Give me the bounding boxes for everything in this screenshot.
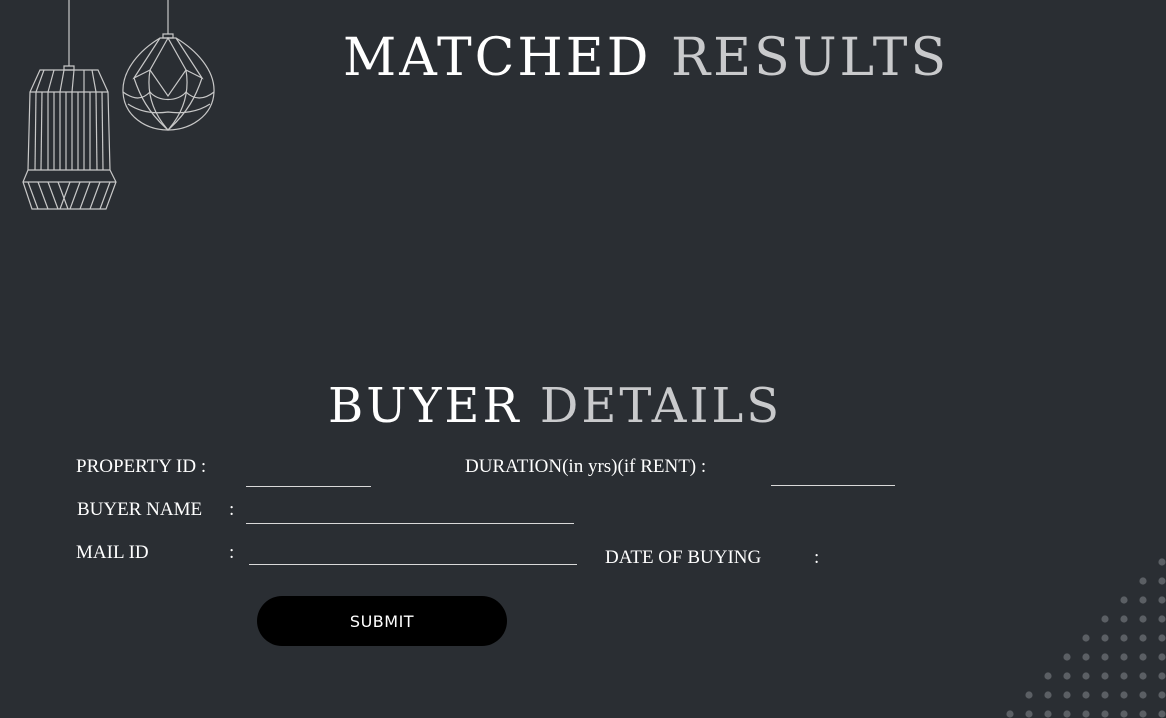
decor-dot [1158,672,1166,680]
decor-dot [1139,653,1147,661]
decor-dot [1082,653,1090,661]
decor-dot [1139,634,1147,642]
decor-dot [1120,653,1128,661]
decor-dot [1101,691,1109,699]
decor-dot [1120,615,1128,623]
decor-dot [1158,653,1166,661]
date-of-buying-colon: : [814,547,820,568]
mail-id-input[interactable] [249,541,577,563]
property-id-field-line [246,463,371,487]
decor-dot [1044,691,1052,699]
decor-dot [1139,672,1147,680]
decor-dot [1101,653,1109,661]
decor-dot [1120,691,1128,699]
decor-dot [1120,710,1128,718]
decor-dot [1158,615,1166,623]
title-word-1: MATCHED [343,28,652,88]
decor-dot [1158,710,1166,718]
duration-input[interactable] [771,462,895,484]
decor-dot [1025,691,1033,699]
duration-label: DURATION(in yrs)(if RENT) : [465,456,707,477]
decor-dot [1139,710,1147,718]
buyer-name-label: BUYER NAME [77,499,203,520]
decor-dot [1025,710,1033,718]
decor-dot [1101,634,1109,642]
buyer-name-input[interactable] [246,500,574,522]
pendant-lamp-icon [122,0,215,131]
decor-dot [1139,615,1147,623]
decor-dot [1006,710,1014,718]
decor-dot [1101,615,1109,623]
decor-dot [1082,634,1090,642]
mail-id-field-line [249,541,577,565]
form-title: BUYER DETAILS [328,376,782,436]
decor-dot [1044,672,1052,680]
property-id-label: PROPERTY ID : [76,456,207,477]
form-title-word-2: DETAILS [539,378,783,434]
decor-dot [1120,672,1128,680]
buyer-name-colon: : [229,499,235,520]
mail-id-colon: : [229,542,235,563]
decor-dot [1139,596,1147,604]
decor-dot [1120,596,1128,604]
decor-dot [1044,710,1052,718]
decor-dot [1063,672,1071,680]
decor-dot [1158,691,1166,699]
decor-dot [1120,634,1128,642]
buyer-name-field-line [246,500,574,524]
decor-dot [1082,672,1090,680]
decor-dot [1139,691,1147,699]
date-of-buying-label: DATE OF BUYING [605,547,762,568]
duration-field-line [771,462,895,486]
decor-dot [1082,691,1090,699]
mail-id-label: MAIL ID [76,542,149,563]
submit-button[interactable]: SUBMIT [257,596,507,646]
decor-dot [1063,691,1071,699]
dot-pattern [1006,558,1166,718]
decor-dot [1101,672,1109,680]
decor-dot [1101,710,1109,718]
decor-dot [1158,596,1166,604]
decor-dot [1063,653,1071,661]
decor-dot [1158,558,1166,566]
pendant-lamp-icon [22,0,117,210]
property-id-input[interactable] [246,463,371,485]
decor-dot [1158,634,1166,642]
decor-dot [1158,577,1166,585]
decor-dot [1063,710,1071,718]
decor-dot [1139,577,1147,585]
page-title: MATCHED RESULTS [343,26,949,90]
title-word-2: RESULTS [670,28,950,88]
form-title-word-1: BUYER [328,378,522,434]
decor-dot [1082,710,1090,718]
